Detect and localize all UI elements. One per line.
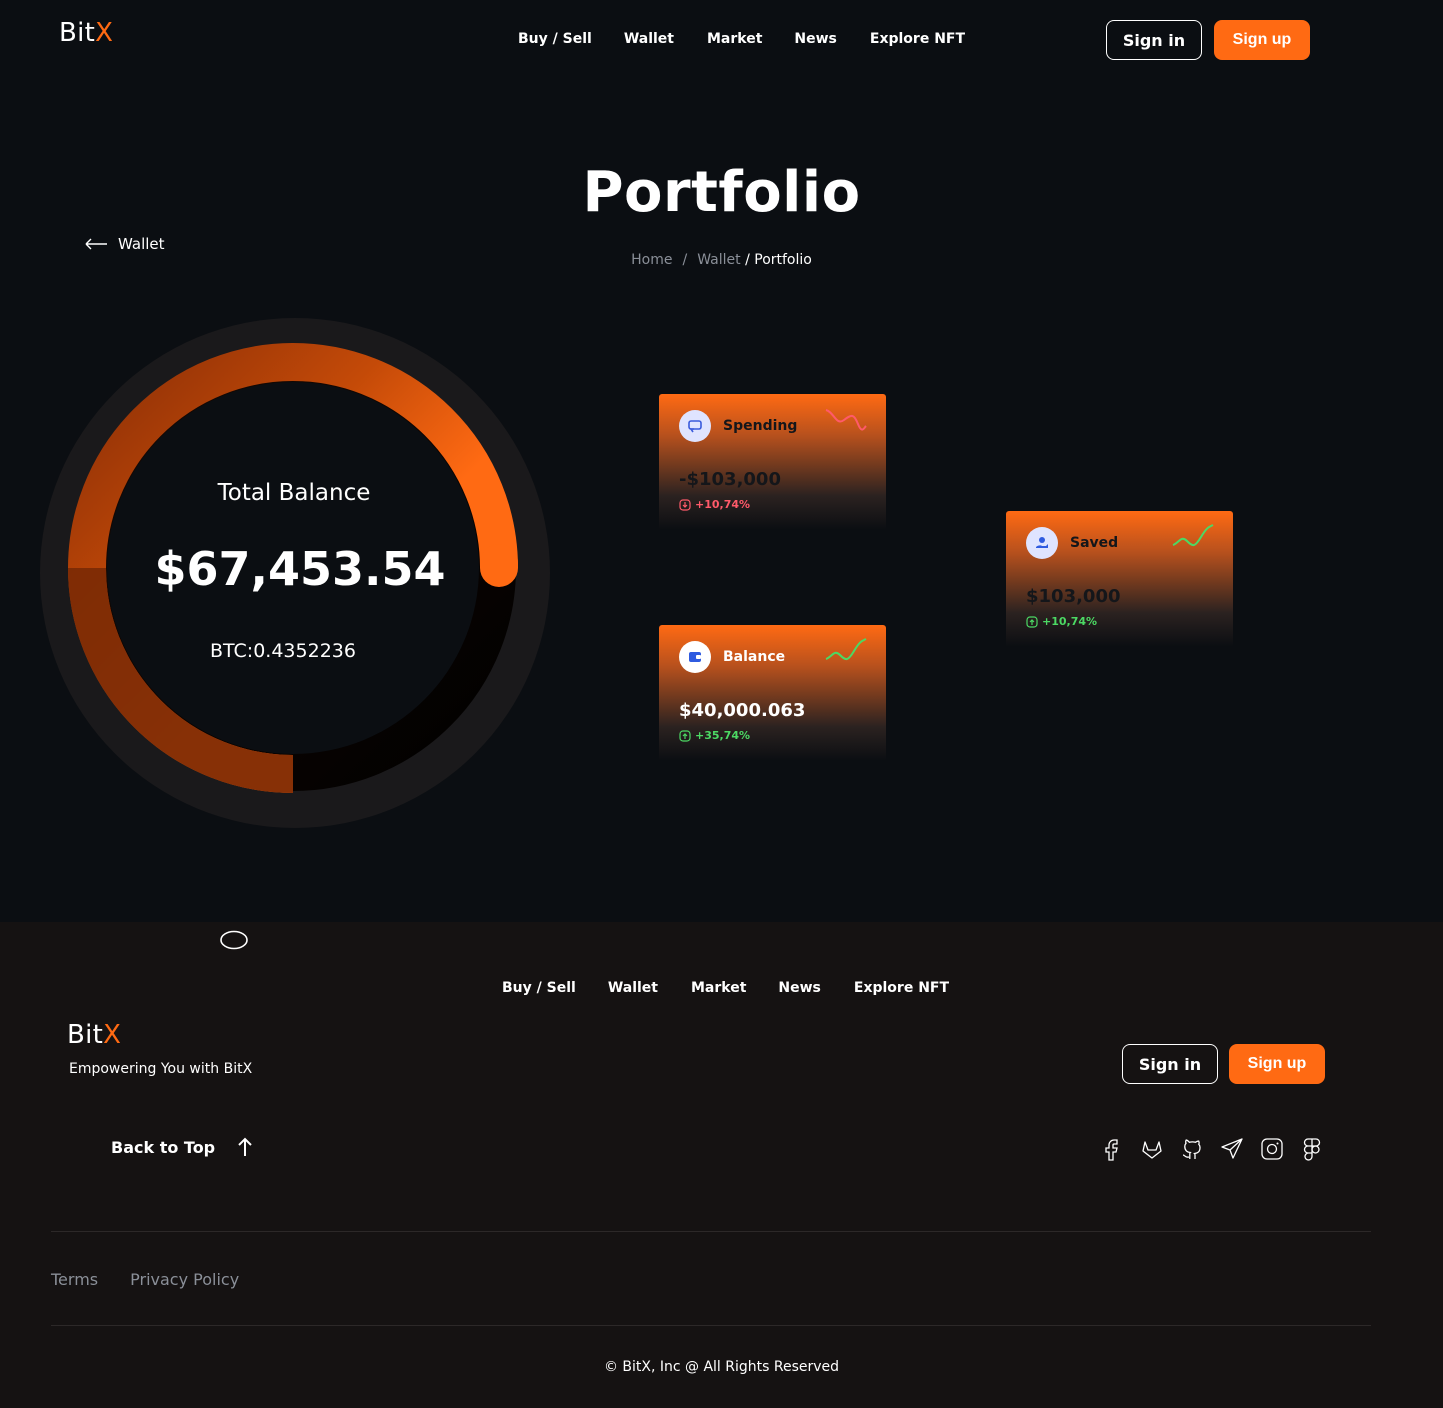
card-label: Spending <box>723 418 798 434</box>
gitlab-icon[interactable] <box>1139 1136 1165 1162</box>
card-label: Balance <box>723 649 786 665</box>
instagram-icon[interactable] <box>1259 1136 1285 1162</box>
breadcrumb-current: / Portfolio <box>745 252 812 268</box>
page-title: Portfolio <box>582 160 861 225</box>
legal-links: Terms Privacy Policy <box>51 1270 239 1289</box>
nav-wallet[interactable]: Wallet <box>624 31 674 47</box>
card-amount: -$103,000 <box>679 469 781 490</box>
footer-signin-button[interactable]: Sign in <box>1122 1044 1218 1084</box>
footer-nav-buy-sell[interactable]: Buy / Sell <box>502 980 576 996</box>
privacy-policy-link[interactable]: Privacy Policy <box>130 1270 239 1289</box>
site-footer: Buy / Sell Wallet Market News Explore NF… <box>0 922 1443 1408</box>
nav-buy-sell[interactable]: Buy / Sell <box>518 31 592 47</box>
signin-button[interactable]: Sign in <box>1106 20 1202 60</box>
card-change-value: +10,74% <box>695 498 751 511</box>
social-links <box>1099 1136 1325 1162</box>
back-to-top-link[interactable]: Back to Top <box>111 1137 253 1157</box>
copyright-text: © BitX, Inc @ All Rights Reserved <box>603 1359 840 1375</box>
breadcrumb: Home / Wallet / Portfolio <box>0 252 1443 268</box>
card-amount: $103,000 <box>1026 586 1121 607</box>
terms-link[interactable]: Terms <box>51 1270 98 1289</box>
breadcrumb-wallet[interactable]: Wallet <box>697 252 740 268</box>
saved-card[interactable]: Saved $103,000 +10,74% <box>1006 511 1233 647</box>
footer-nav-wallet[interactable]: Wallet <box>608 980 658 996</box>
savings-icon <box>1026 527 1058 559</box>
card-label: Saved <box>1070 535 1119 551</box>
arrow-left-icon <box>85 238 107 250</box>
signup-button[interactable]: Sign up <box>1214 20 1310 60</box>
main-nav: Buy / Sell Wallet Market News Explore NF… <box>518 31 965 47</box>
footer-tagline: Empowering You with BitX <box>69 1061 253 1077</box>
footer-logo-text: Bit <box>67 1020 104 1050</box>
card-change-value: +10,74% <box>1042 615 1098 628</box>
footer-nav-explore-nft[interactable]: Explore NFT <box>854 980 949 996</box>
card-change: +10,74% <box>679 498 750 511</box>
github-icon[interactable] <box>1179 1136 1205 1162</box>
breadcrumb-home[interactable]: Home <box>631 252 672 268</box>
footer-nav: Buy / Sell Wallet Market News Explore NF… <box>502 980 949 996</box>
balance-card[interactable]: Balance $40,000.063 +35,74% <box>659 625 886 761</box>
footer-nav-news[interactable]: News <box>778 980 820 996</box>
card-change: +35,74% <box>679 729 750 742</box>
footer-signup-button[interactable]: Sign up <box>1229 1044 1325 1084</box>
back-to-wallet-link[interactable]: Wallet <box>84 235 165 253</box>
footer-logo[interactable]: BitX <box>67 1020 121 1050</box>
breadcrumb-separator: / <box>682 252 688 268</box>
telegram-icon[interactable] <box>1219 1136 1245 1162</box>
logo-text: Bit <box>59 18 96 48</box>
nav-explore-nft[interactable]: Explore NFT <box>870 31 965 47</box>
footer-logo-accent: X <box>103 1020 122 1050</box>
footer-nav-market[interactable]: Market <box>691 980 746 996</box>
logo-accent: X <box>95 18 114 48</box>
scroll-indicator-icon[interactable] <box>219 930 249 950</box>
card-amount: $40,000.063 <box>679 700 806 721</box>
card-change-value: +35,74% <box>695 729 751 742</box>
footer-divider <box>51 1325 1371 1326</box>
figma-icon[interactable] <box>1299 1136 1325 1162</box>
back-to-top-label: Back to Top <box>111 1137 216 1157</box>
total-balance-amount: $67,453.54 <box>154 542 446 596</box>
arrow-up-square-icon <box>679 729 691 742</box>
trend-up-sparkline <box>825 638 867 661</box>
wallet-icon <box>679 641 711 673</box>
trend-up-sparkline <box>1172 524 1214 547</box>
total-balance-label: Total Balance <box>217 480 371 506</box>
arrow-up-icon <box>238 1137 252 1156</box>
arrow-up-square-icon <box>1026 615 1038 628</box>
footer-divider <box>51 1231 1371 1232</box>
trend-down-sparkline <box>825 409 867 431</box>
arrow-down-square-icon <box>679 498 691 511</box>
btc-balance: BTC:0.4352236 <box>210 640 356 662</box>
card-change: +10,74% <box>1026 615 1097 628</box>
spending-card[interactable]: Spending -$103,000 +10,74% <box>659 394 886 530</box>
nav-news[interactable]: News <box>794 31 836 47</box>
facebook-icon[interactable] <box>1099 1136 1125 1162</box>
nav-market[interactable]: Market <box>707 31 762 47</box>
wallet-transfer-icon <box>679 410 711 442</box>
brand-logo[interactable]: BitX <box>59 18 113 48</box>
back-label: Wallet <box>118 235 165 253</box>
